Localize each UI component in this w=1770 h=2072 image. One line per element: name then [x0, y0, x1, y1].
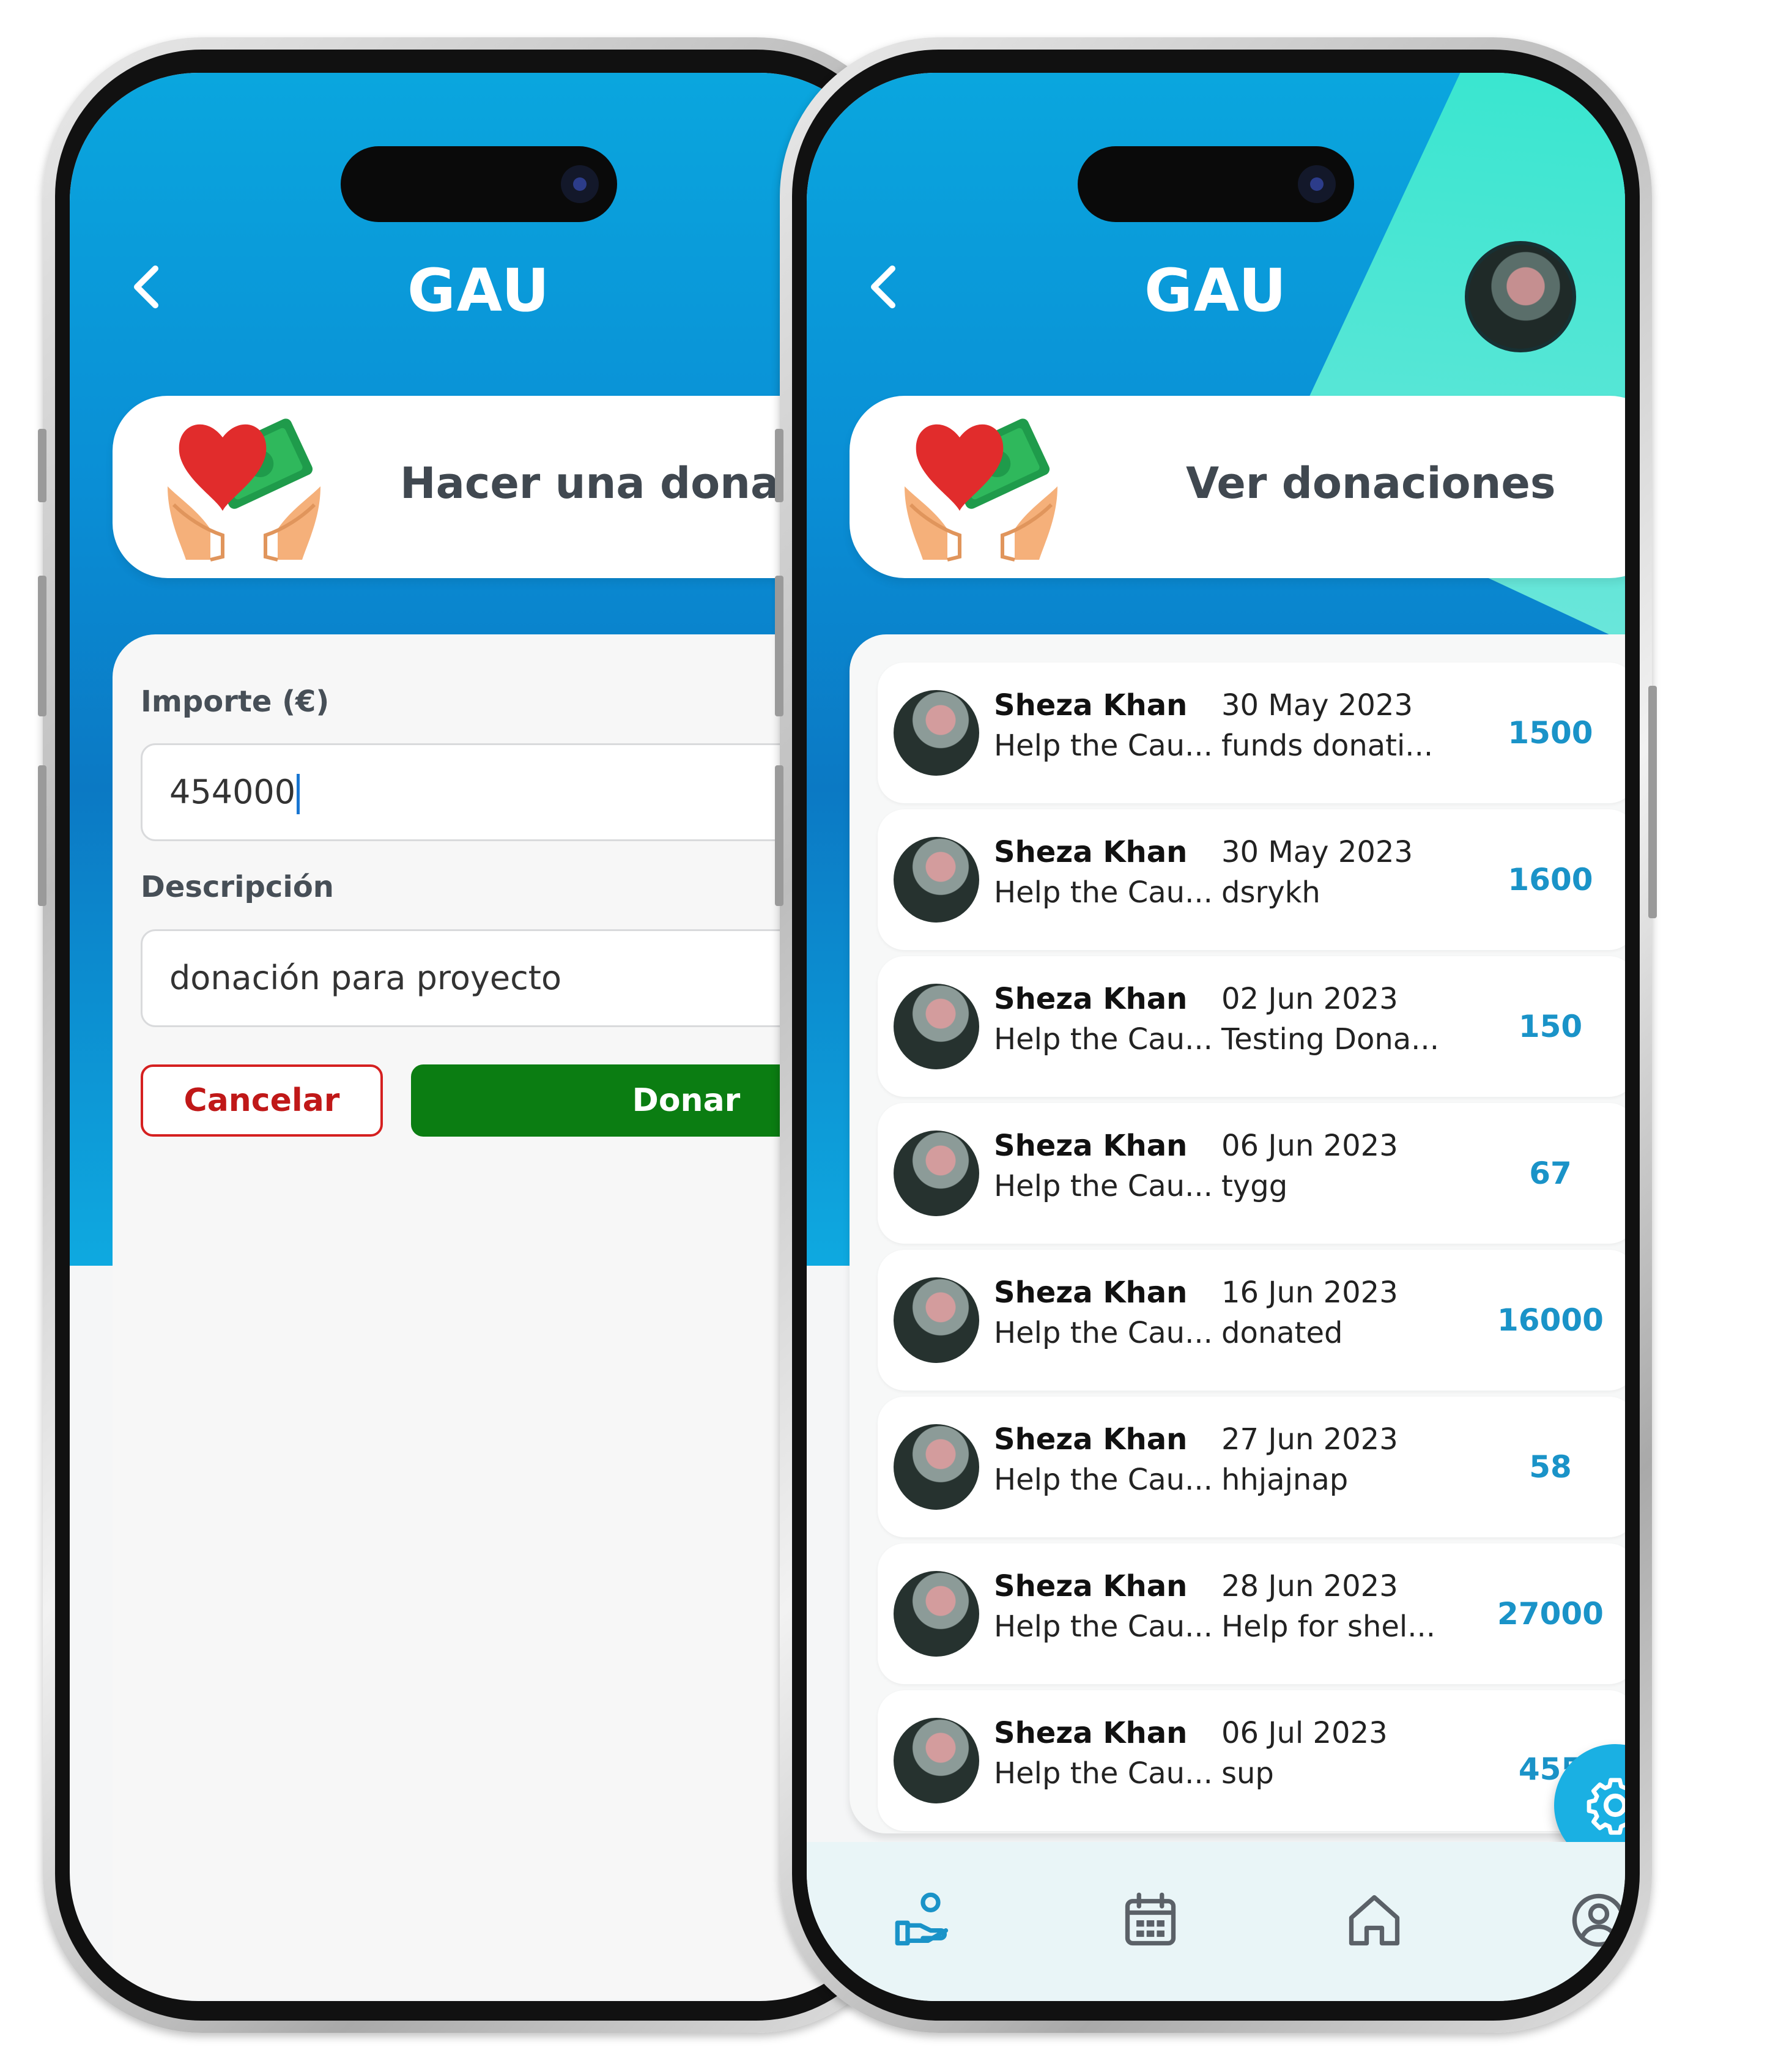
- donor-name: Sheza Khan: [994, 835, 1188, 869]
- cause-name: Help the Cau...: [994, 875, 1213, 910]
- card-title: Hacer una donac: [400, 458, 805, 508]
- mute-switch: [775, 429, 783, 502]
- cause-name: Help the Cau...: [994, 1463, 1213, 1497]
- donation-date: 06 Jun 2023: [1221, 1129, 1398, 1163]
- calendar-icon[interactable]: [1120, 1890, 1181, 1951]
- donor-avatar: [894, 1571, 979, 1657]
- donation-amount: 16000: [1497, 1302, 1604, 1338]
- donation-row[interactable]: Sheza Khan Help the Cau... 06 Jul 2023 s…: [878, 1690, 1625, 1831]
- donation-date: 30 May 2023: [1221, 688, 1413, 722]
- donation-row[interactable]: Sheza Khan Help the Cau... 06 Jun 2023 t…: [878, 1103, 1625, 1244]
- bottom-navigation: [807, 1842, 1625, 2001]
- donor-avatar: [894, 1424, 979, 1510]
- cause-name: Help the Cau...: [994, 1022, 1213, 1056]
- donations-list-screen: GAU Ver donaciones Sheza Khan Help the C…: [807, 73, 1625, 2001]
- description-input[interactable]: donación para proyecto: [141, 929, 888, 1027]
- donor-avatar: [894, 690, 979, 776]
- volume-up-button: [38, 576, 46, 716]
- donation-date: 16 Jun 2023: [1221, 1276, 1398, 1310]
- donor-name: Sheza Khan: [994, 1276, 1188, 1310]
- donation-row[interactable]: Sheza Khan Help the Cau... 27 Jun 2023 h…: [878, 1397, 1625, 1537]
- cause-name: Help the Cau...: [994, 1169, 1213, 1203]
- donor-avatar: [894, 1131, 979, 1216]
- donation-description: dsrykh: [1221, 875, 1320, 910]
- donor-avatar: [894, 837, 979, 923]
- view-donations-card: Ver donaciones: [850, 396, 1625, 578]
- donation-description: tygg: [1221, 1169, 1288, 1203]
- donation-date: 30 May 2023: [1221, 835, 1413, 869]
- volume-down-button: [775, 765, 783, 906]
- app-title: GAU: [407, 256, 551, 325]
- donation-amount: 1600: [1508, 862, 1593, 897]
- donation-amount: 1500: [1508, 715, 1593, 751]
- donor-avatar: [894, 1718, 979, 1803]
- donor-name: Sheza Khan: [994, 1422, 1188, 1457]
- home-icon[interactable]: [1344, 1890, 1405, 1951]
- cause-name: Help the Cau...: [994, 1610, 1213, 1644]
- donation-description: hhjajnap: [1221, 1463, 1349, 1497]
- donation-row[interactable]: Sheza Khan Help the Cau... 02 Jun 2023 T…: [878, 956, 1625, 1097]
- power-button: [1648, 686, 1657, 918]
- donation-form: Importe (€) 454000 Descripción donación …: [113, 634, 888, 1999]
- donation-row[interactable]: Sheza Khan Help the Cau... 16 Jun 2023 d…: [878, 1250, 1625, 1391]
- donations-list: Sheza Khan Help the Cau... 30 May 2023 f…: [850, 634, 1625, 1833]
- donation-row[interactable]: Sheza Khan Help the Cau... 30 May 2023 f…: [878, 663, 1625, 803]
- dynamic-island: [1078, 146, 1354, 222]
- mute-switch: [38, 429, 46, 502]
- card-title: Ver donaciones: [1186, 458, 1556, 508]
- donation-amount: 67: [1529, 1156, 1572, 1191]
- donation-description: funds donati...: [1221, 729, 1434, 763]
- description-value: donación para proyecto: [169, 959, 561, 997]
- right-phone-frame: GAU Ver donaciones Sheza Khan Help the C…: [775, 37, 1657, 2033]
- donor-name: Sheza Khan: [994, 1716, 1188, 1750]
- donation-description: Help for shel...: [1221, 1610, 1436, 1644]
- dynamic-island: [341, 146, 617, 222]
- gear-icon: [1587, 1778, 1625, 1835]
- cancel-button[interactable]: Cancelar: [141, 1064, 383, 1137]
- donor-name: Sheza Khan: [994, 1569, 1188, 1603]
- donation-row[interactable]: Sheza Khan Help the Cau... 30 May 2023 d…: [878, 809, 1625, 950]
- cause-name: Help the Cau...: [994, 1316, 1213, 1350]
- volume-up-button: [775, 576, 783, 716]
- donor-name: Sheza Khan: [994, 688, 1188, 722]
- donor-avatar: [894, 984, 979, 1069]
- donation-form-screen: GAU Hacer una donac Importe (€) 454000 D…: [70, 73, 888, 2001]
- donation-date: 02 Jun 2023: [1221, 982, 1398, 1016]
- donation-description: Testing Dona...: [1221, 1022, 1439, 1056]
- donation-amount: 27000: [1497, 1596, 1604, 1632]
- profile-icon[interactable]: [1568, 1890, 1625, 1951]
- text-caret: [297, 774, 300, 815]
- donation-date: 28 Jun 2023: [1221, 1569, 1398, 1603]
- donor-name: Sheza Khan: [994, 1129, 1188, 1163]
- donation-amount: 150: [1518, 1009, 1583, 1044]
- donation-date: 27 Jun 2023: [1221, 1422, 1398, 1457]
- donation-hands-icon: [905, 418, 1057, 562]
- user-avatar[interactable]: [1465, 241, 1576, 352]
- amount-value: 454000: [169, 773, 296, 811]
- donation-amount: 58: [1529, 1449, 1572, 1485]
- cause-name: Help the Cau...: [994, 1756, 1213, 1791]
- donation-description: donated: [1221, 1316, 1343, 1350]
- donation-date: 06 Jul 2023: [1221, 1716, 1388, 1750]
- cause-name: Help the Cau...: [994, 729, 1213, 763]
- donor-name: Sheza Khan: [994, 982, 1188, 1016]
- make-donation-card: Hacer una donac: [113, 396, 888, 578]
- donor-avatar: [894, 1277, 979, 1363]
- description-label: Descripción: [141, 870, 334, 904]
- donation-description: sup: [1221, 1756, 1274, 1791]
- amount-label: Importe (€): [141, 685, 330, 719]
- donation-hands-icon: [168, 418, 320, 562]
- donate-hand-icon[interactable]: [892, 1890, 954, 1951]
- donation-row[interactable]: Sheza Khan Help the Cau... 28 Jun 2023 H…: [878, 1543, 1625, 1684]
- volume-down-button: [38, 765, 46, 906]
